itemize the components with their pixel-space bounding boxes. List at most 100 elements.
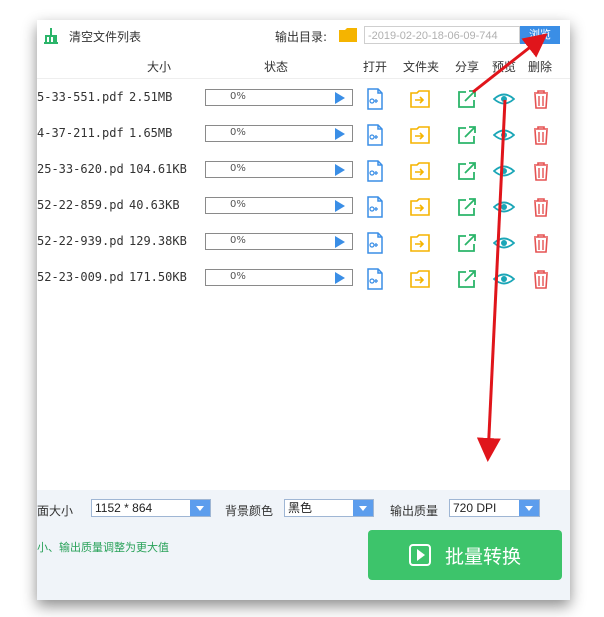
folder-icon[interactable] (339, 28, 357, 42)
delete-trash-icon[interactable] (530, 196, 552, 218)
open-folder-icon[interactable] (409, 232, 431, 254)
delete-trash-icon[interactable] (530, 160, 552, 182)
header-status: 状态 (264, 60, 289, 74)
bg-color-value: 黑色 (288, 501, 313, 515)
progress-bar: 0% (205, 125, 353, 142)
quality-label: 输出质量 (390, 504, 439, 518)
open-folder-icon[interactable] (409, 88, 431, 110)
delete-trash-icon[interactable] (530, 124, 552, 146)
open-file-icon[interactable] (364, 232, 386, 254)
header-delete: 删除 (528, 60, 553, 74)
table-header: 大小 状态 打开 文件夹 分享 预览 删除 (37, 50, 570, 79)
output-dir-label: 输出目录: (275, 30, 328, 44)
progress-bar: 0% (205, 89, 353, 106)
progress-bar: 0% (205, 161, 353, 178)
open-file-icon[interactable] (364, 268, 386, 290)
progress-text: 0% (230, 163, 246, 174)
open-folder-icon[interactable] (409, 160, 431, 182)
progress-text: 0% (230, 271, 246, 282)
header-preview: 预览 (492, 60, 517, 74)
bg-color-select[interactable]: 黑色 (284, 499, 374, 517)
progress-bar: 0% (205, 269, 353, 286)
start-icon[interactable] (335, 164, 345, 176)
page-size-select[interactable]: 1152 * 864 (91, 499, 211, 517)
file-name: 52-23-009.pd (37, 270, 124, 284)
file-size: 2.51MB (129, 90, 173, 104)
delete-trash-icon[interactable] (530, 88, 552, 110)
toolbar: 清空文件列表 输出目录: -2019-02-20-18-06-09-744 浏览 (37, 20, 570, 50)
progress-text: 0% (230, 127, 246, 138)
hint-text: 小、输出质量调整为更大值 (37, 541, 169, 554)
file-name: 5-33-551.pdf (37, 90, 124, 104)
preview-eye-icon[interactable] (492, 196, 516, 218)
open-file-icon[interactable] (364, 160, 386, 182)
batch-convert-button[interactable]: 批量转换 (368, 530, 562, 580)
share-icon[interactable] (456, 124, 478, 146)
batch-convert-label: 批量转换 (444, 545, 521, 568)
start-icon[interactable] (335, 128, 345, 140)
open-folder-icon[interactable] (409, 196, 431, 218)
share-icon[interactable] (456, 232, 478, 254)
table-row: 52-22-939.pd 129.38KB 0% (37, 224, 570, 260)
quality-select[interactable]: 720 DPI (449, 499, 540, 517)
play-icon (408, 544, 431, 566)
browse-button[interactable]: 浏览 (520, 26, 560, 44)
table-row: 4-37-211.pdf 1.65MB 0% (37, 116, 570, 152)
file-name: 25-33-620.pd (37, 162, 124, 176)
preview-eye-icon[interactable] (492, 88, 516, 110)
start-icon[interactable] (335, 236, 345, 248)
file-name: 52-22-939.pd (37, 234, 124, 248)
open-file-icon[interactable] (364, 196, 386, 218)
progress-text: 0% (230, 199, 246, 210)
open-file-icon[interactable] (364, 124, 386, 146)
clear-file-list-label: 清空文件列表 (69, 29, 142, 44)
file-size: 40.63KB (129, 198, 180, 212)
share-icon[interactable] (456, 88, 478, 110)
progress-text: 0% (230, 91, 246, 102)
preview-eye-icon[interactable] (492, 160, 516, 182)
progress-bar: 0% (205, 197, 353, 214)
chevron-down-icon[interactable] (190, 500, 210, 516)
table-row: 52-23-009.pd 171.50KB 0% (37, 260, 570, 296)
delete-trash-icon[interactable] (530, 268, 552, 290)
page-size-label: 面大小 (37, 504, 74, 518)
progress-bar: 0% (205, 233, 353, 250)
preview-eye-icon[interactable] (492, 268, 516, 290)
preview-eye-icon[interactable] (492, 232, 516, 254)
header-folder: 文件夹 (403, 60, 440, 74)
table-row: 25-33-620.pd 104.61KB 0% (37, 152, 570, 188)
file-name: 4-37-211.pdf (37, 126, 124, 140)
quality-value: 720 DPI (453, 501, 497, 515)
open-file-icon[interactable] (364, 88, 386, 110)
clear-file-list-button[interactable]: 清空文件列表 (43, 26, 141, 46)
start-icon[interactable] (335, 92, 345, 104)
file-size: 171.50KB (129, 270, 187, 284)
chevron-down-icon[interactable] (519, 500, 539, 516)
open-folder-icon[interactable] (409, 268, 431, 290)
broom-icon (44, 28, 58, 44)
progress-text: 0% (230, 235, 246, 246)
output-path-field[interactable]: -2019-02-20-18-06-09-744 (364, 26, 520, 44)
header-share: 分享 (455, 60, 480, 74)
page-size-value: 1152 * 864 (95, 501, 153, 515)
settings-bar: 面大小 1152 * 864 背景颜色 黑色 输出质量 720 DPI (37, 490, 570, 528)
file-name: 52-22-859.pd (37, 198, 124, 212)
delete-trash-icon[interactable] (530, 232, 552, 254)
preview-eye-icon[interactable] (492, 124, 516, 146)
start-icon[interactable] (335, 272, 345, 284)
file-size: 129.38KB (129, 234, 187, 248)
converter-window: 清空文件列表 输出目录: -2019-02-20-18-06-09-744 浏览… (37, 20, 570, 600)
file-size: 104.61KB (129, 162, 187, 176)
share-icon[interactable] (456, 268, 478, 290)
header-size: 大小 (147, 60, 172, 74)
header-open: 打开 (363, 60, 388, 74)
chevron-down-icon[interactable] (353, 500, 373, 516)
table-row: 5-33-551.pdf 2.51MB 0% (37, 80, 570, 116)
file-size: 1.65MB (129, 126, 173, 140)
open-folder-icon[interactable] (409, 124, 431, 146)
share-icon[interactable] (456, 160, 478, 182)
bg-color-label: 背景颜色 (225, 504, 274, 518)
table-row: 52-22-859.pd 40.63KB 0% (37, 188, 570, 224)
start-icon[interactable] (335, 200, 345, 212)
share-icon[interactable] (456, 196, 478, 218)
